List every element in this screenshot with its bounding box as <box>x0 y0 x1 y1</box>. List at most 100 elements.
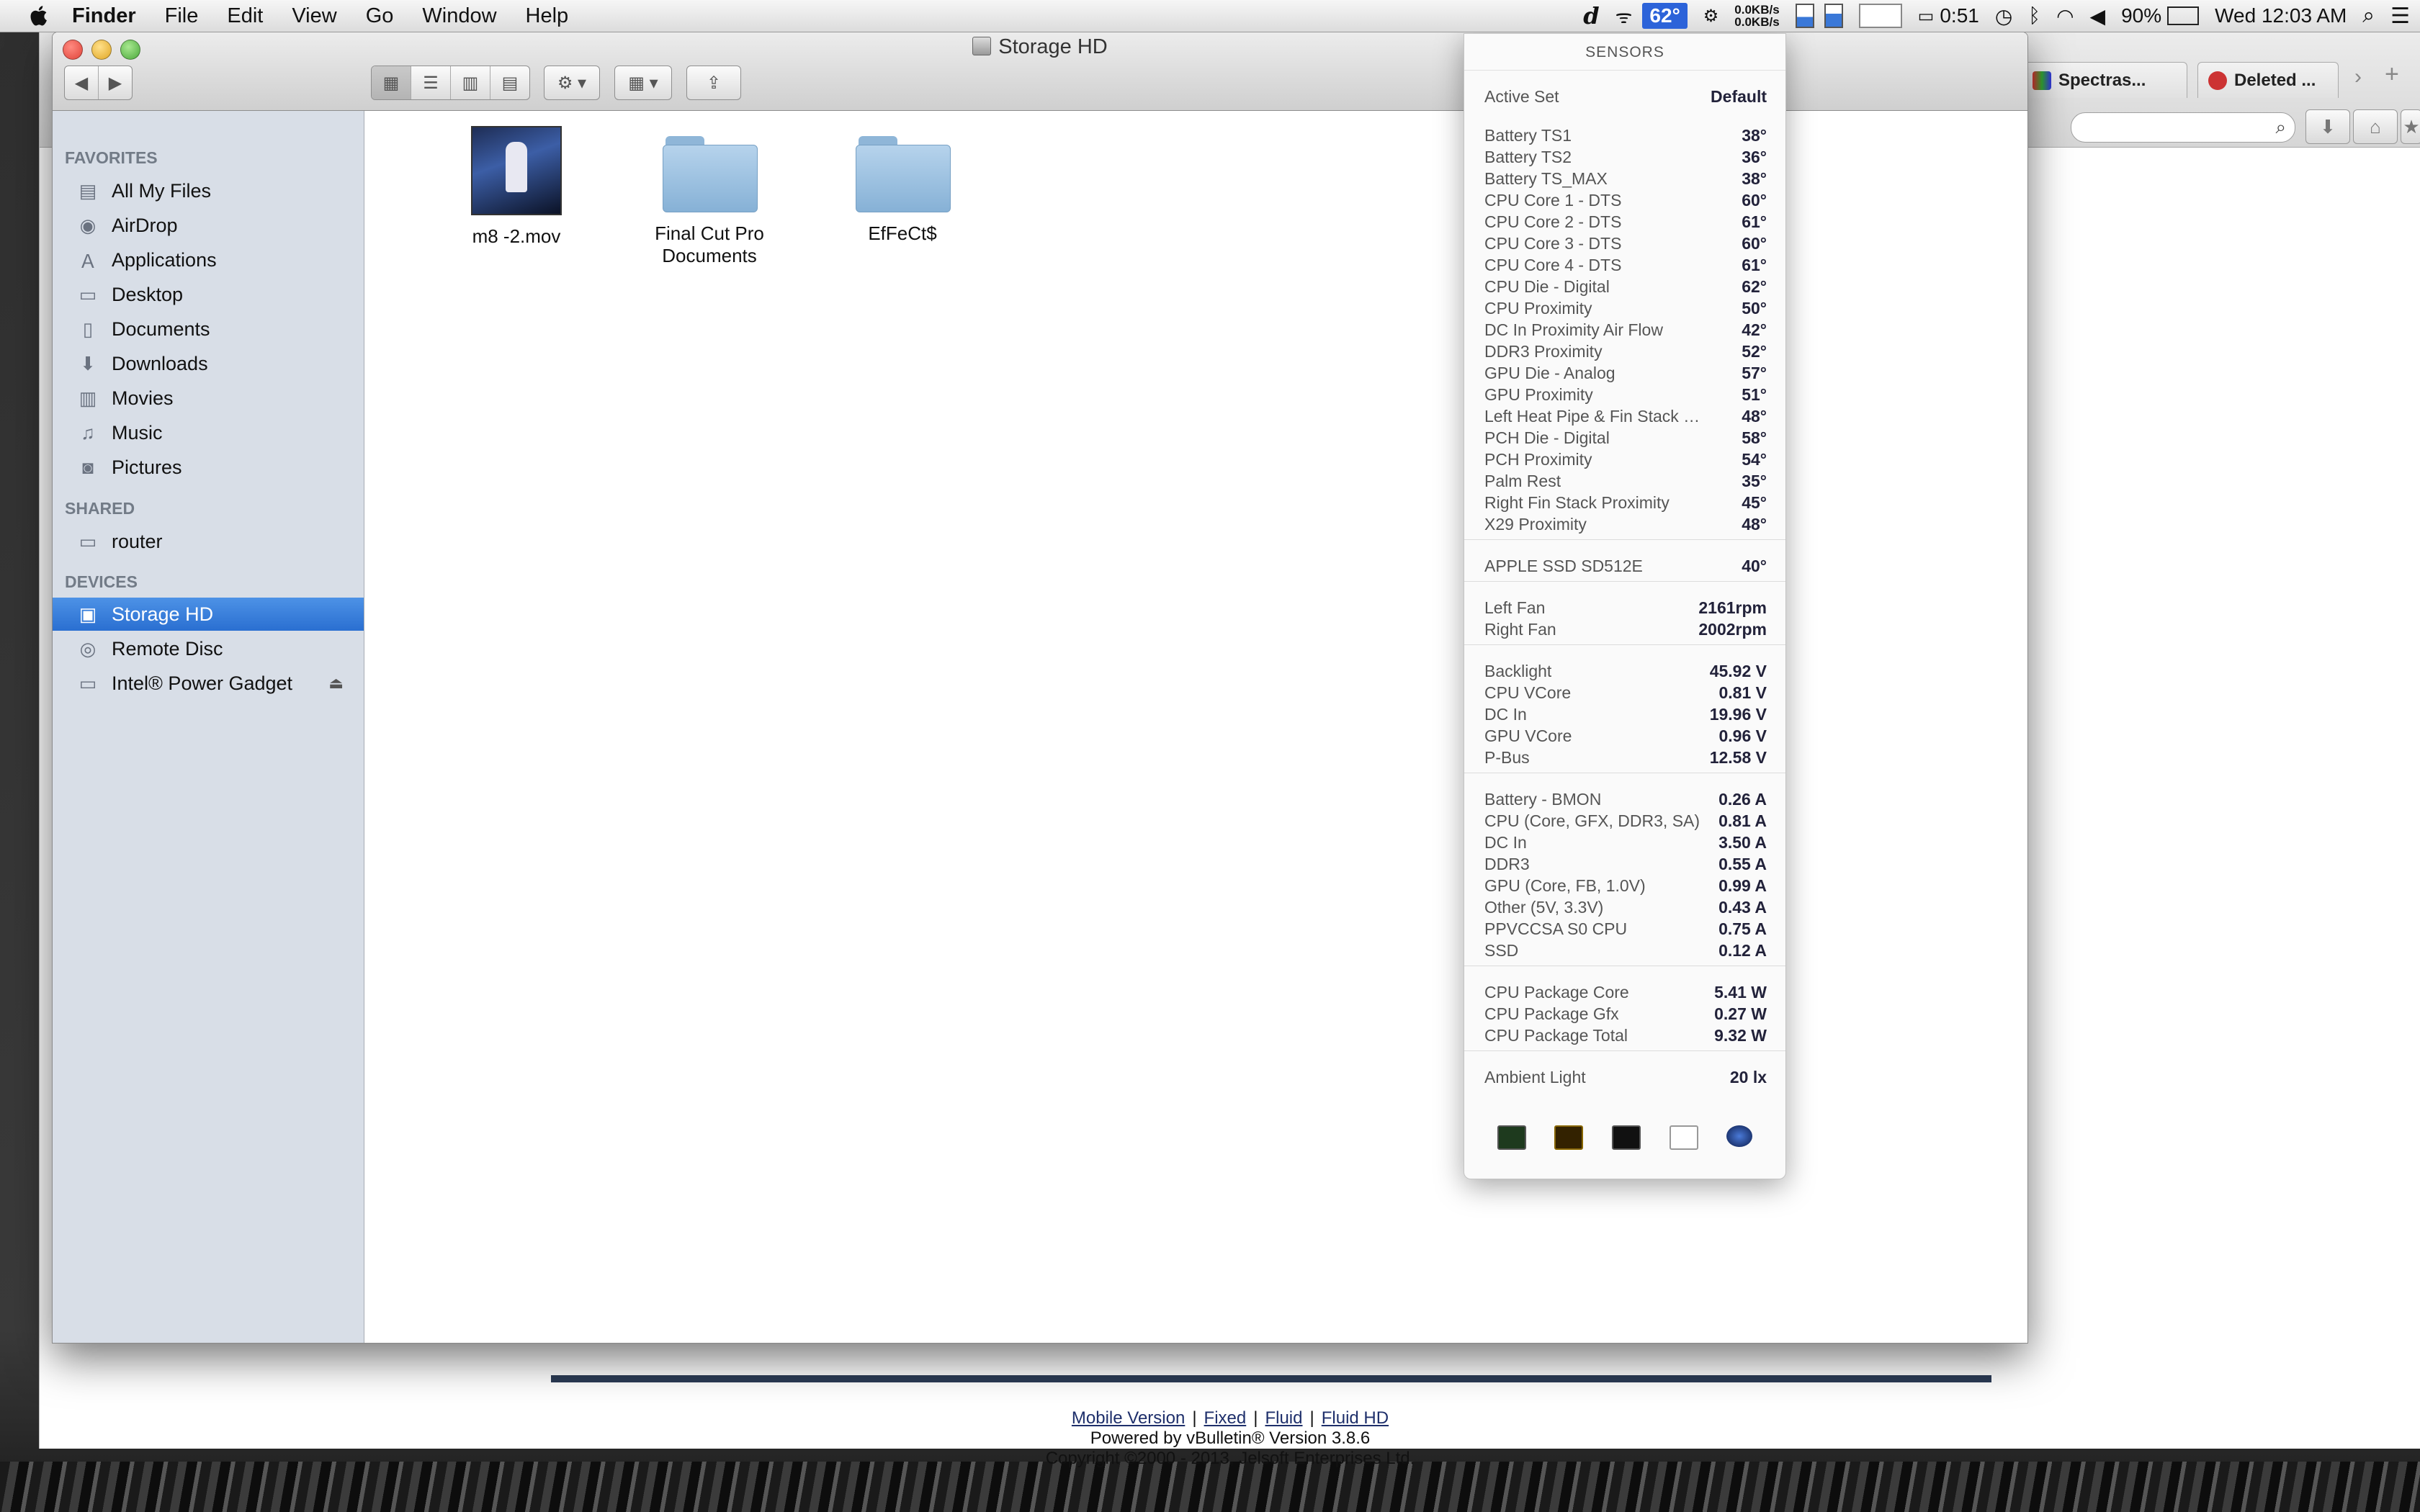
battery-time[interactable]: 0:51 <box>1940 4 1979 27</box>
temperature-sensor-row[interactable]: Right Fin Stack Proximity 45° <box>1484 492 1767 513</box>
memory-meter-icon[interactable] <box>1795 4 1814 28</box>
current-sensor-row[interactable]: Other (5V, 3.3V) 0.43 A <box>1484 896 1767 918</box>
sidebar-item-airdrop[interactable]: ◉ AirDrop <box>53 209 364 242</box>
light-sensor-row[interactable]: Ambient Light 20 lx <box>1484 1066 1767 1088</box>
current-sensor-row[interactable]: Battery - BMON 0.26 A <box>1484 788 1767 810</box>
airport-antenna-icon[interactable]: ᯤ <box>1615 3 1633 29</box>
time-machine-icon[interactable]: ◷ <box>1995 4 2012 28</box>
power-sensor-row[interactable]: CPU Package Gfx 0.27 W <box>1484 1003 1767 1025</box>
browser-tab-deleted[interactable]: Deleted ... <box>2197 62 2339 98</box>
network-rates[interactable]: 0.0KB/s 0.0KB/s <box>1734 4 1779 28</box>
sidebar-item-documents[interactable]: ▯ Documents <box>53 312 364 346</box>
new-tab-icon[interactable]: + <box>2385 60 2399 89</box>
file-item-final-cut-folder[interactable]: Final Cut Pro Documents <box>616 126 803 267</box>
temperature-sensor-row[interactable]: PCH Die - Digital 58° <box>1484 427 1767 449</box>
console-log-icon[interactable] <box>1554 1125 1584 1150</box>
power-sensor-row[interactable]: CPU Package Total 9.32 W <box>1484 1025 1767 1046</box>
list-view-button[interactable]: ☰ <box>411 66 451 99</box>
current-sensor-row[interactable]: PPVCCSA S0 CPU 0.75 A <box>1484 918 1767 940</box>
system-info-icon[interactable] <box>1669 1125 1698 1150</box>
file-item-movie[interactable]: m8 -2.mov <box>423 126 610 248</box>
temperature-sensor-row[interactable]: CPU Core 3 - DTS 60° <box>1484 233 1767 254</box>
footer-link-mobile[interactable]: Mobile Version <box>1072 1408 1185 1428</box>
activity-monitor-icon[interactable] <box>1497 1125 1526 1150</box>
temperature-sensor-row[interactable]: GPU Proximity 51° <box>1484 384 1767 405</box>
power-sensor-row[interactable]: CPU Package Core 5.41 W <box>1484 981 1767 1003</box>
temperature-sensor-row[interactable]: CPU Proximity 50° <box>1484 297 1767 319</box>
temperature-sensor-row[interactable]: Left Heat Pipe & Fin Stack Proximity 48° <box>1484 405 1767 427</box>
temperature-sensor-row[interactable]: CPU Die - Digital 62° <box>1484 276 1767 297</box>
temperature-sensor-row[interactable]: PCH Proximity 54° <box>1484 449 1767 470</box>
menu-go[interactable]: Go <box>366 4 394 28</box>
back-button[interactable]: ◀ <box>65 66 99 99</box>
voltage-sensor-row[interactable]: Backlight 45.92 V <box>1484 660 1767 682</box>
clock[interactable]: Wed 12:03 AM <box>2215 4 2347 27</box>
menu-view[interactable]: View <box>292 4 336 28</box>
battery-percent[interactable]: 90% <box>2121 4 2161 27</box>
spotlight-search-icon[interactable]: ⌕ <box>2362 4 2375 28</box>
temperature-sensor-row[interactable]: X29 Proximity 48° <box>1484 513 1767 535</box>
temperature-sensor-row[interactable]: Palm Rest 35° <box>1484 470 1767 492</box>
bluetooth-icon[interactable]: ᛒ <box>2028 4 2040 27</box>
file-item-effects-folder[interactable]: EfFeCt$ <box>809 126 996 245</box>
fan-sensor-row[interactable]: Left Fan 2161rpm <box>1484 597 1767 618</box>
volume-icon[interactable]: ◀ <box>2090 4 2106 28</box>
temperature-sensor-row[interactable]: CPU Core 1 - DTS 60° <box>1484 189 1767 211</box>
menu-file[interactable]: File <box>165 4 199 28</box>
current-sensor-row[interactable]: CPU (Core, GFX, DDR3, SA) 0.81 A <box>1484 810 1767 832</box>
notification-center-icon[interactable]: ☰ <box>2390 4 2410 29</box>
disk-temp-sensor-row[interactable]: APPLE SSD SD512E 40° <box>1484 555 1767 577</box>
current-sensor-row[interactable]: SSD 0.12 A <box>1484 940 1767 961</box>
menu-finder[interactable]: Finder <box>72 4 136 28</box>
voltage-sensor-row[interactable]: DC In 19.96 V <box>1484 703 1767 725</box>
sidebar-item-music[interactable]: ♫ Music <box>53 416 364 449</box>
icon-view-button[interactable]: ▦ <box>372 66 411 99</box>
bookmark-button[interactable]: ★ <box>2401 109 2420 144</box>
sidebar-item-remote-disc[interactable]: ◎ Remote Disc <box>53 632 364 665</box>
browser-search-field[interactable]: ⌕ <box>2071 112 2295 143</box>
cpu-history-icon[interactable] <box>1858 4 1902 28</box>
battery-plug-icon[interactable]: ▭ <box>1918 6 1935 27</box>
disk-meter-icon[interactable] <box>1824 4 1843 28</box>
wifi-icon[interactable]: ◠ <box>2056 4 2074 28</box>
sidebar-item-router[interactable]: ▭ router <box>53 525 364 558</box>
menu-window[interactable]: Window <box>422 4 496 28</box>
coverflow-view-button[interactable]: ▤ <box>490 66 529 99</box>
action-menu-button[interactable]: ⚙ ▾ <box>544 66 600 100</box>
tab-scroll-right-icon[interactable]: › <box>2354 65 2362 89</box>
share-button[interactable]: ⇪ <box>686 66 741 100</box>
battery-icon[interactable] <box>2167 6 2200 25</box>
temperature-sensor-row[interactable]: DDR3 Proximity 52° <box>1484 341 1767 362</box>
menu-help[interactable]: Help <box>526 4 569 28</box>
footer-link-fluid-hd[interactable]: Fluid HD <box>1322 1408 1389 1428</box>
home-button[interactable]: ⌂ <box>2353 109 2398 144</box>
active-set-row[interactable]: Active Set Default <box>1484 86 1767 107</box>
sidebar-item-intel-power-gadget[interactable]: ▭ Intel® Power Gadget ⏏ <box>53 667 364 700</box>
terminal-icon[interactable] <box>1611 1125 1641 1150</box>
sidebar-item-downloads[interactable]: ⬇ Downloads <box>53 347 364 380</box>
voltage-sensor-row[interactable]: GPU VCore 0.96 V <box>1484 725 1767 747</box>
current-sensor-row[interactable]: DDR3 0.55 A <box>1484 853 1767 875</box>
sidebar-item-storage-hd[interactable]: ▣ Storage HD <box>53 598 364 631</box>
sidebar-item-movies[interactable]: ▥ Movies <box>53 382 364 415</box>
forward-button[interactable]: ▶ <box>99 66 132 99</box>
temperature-sensor-row[interactable]: DC In Proximity Air Flow 42° <box>1484 319 1767 341</box>
eject-icon[interactable]: ⏏ <box>328 674 344 693</box>
dictionary-d-icon[interactable]: d <box>1583 2 1599 30</box>
sidebar-item-desktop[interactable]: ▭ Desktop <box>53 278 364 311</box>
sidebar-item-applications[interactable]: Ａ Applications <box>53 243 364 276</box>
fan-icon[interactable]: ⚙ <box>1703 6 1719 27</box>
column-view-button[interactable]: ▥ <box>451 66 490 99</box>
footer-link-fluid[interactable]: Fluid <box>1265 1408 1302 1428</box>
temperature-sensor-row[interactable]: CPU Core 2 - DTS 61° <box>1484 211 1767 233</box>
footer-link-fixed[interactable]: Fixed <box>1204 1408 1247 1428</box>
temperature-sensor-row[interactable]: GPU Die - Analog 57° <box>1484 362 1767 384</box>
network-utility-icon[interactable] <box>1726 1125 1753 1147</box>
apple-menu-icon[interactable] <box>27 4 52 28</box>
downloads-button[interactable]: ⬇ <box>2305 109 2350 144</box>
voltage-sensor-row[interactable]: P-Bus 12.58 V <box>1484 747 1767 768</box>
voltage-sensor-row[interactable]: CPU VCore 0.81 V <box>1484 682 1767 703</box>
fan-sensor-row[interactable]: Right Fan 2002rpm <box>1484 618 1767 640</box>
temperature-sensor-row[interactable]: Battery TS_MAX 38° <box>1484 168 1767 189</box>
temperature-sensor-row[interactable]: Battery TS2 36° <box>1484 146 1767 168</box>
